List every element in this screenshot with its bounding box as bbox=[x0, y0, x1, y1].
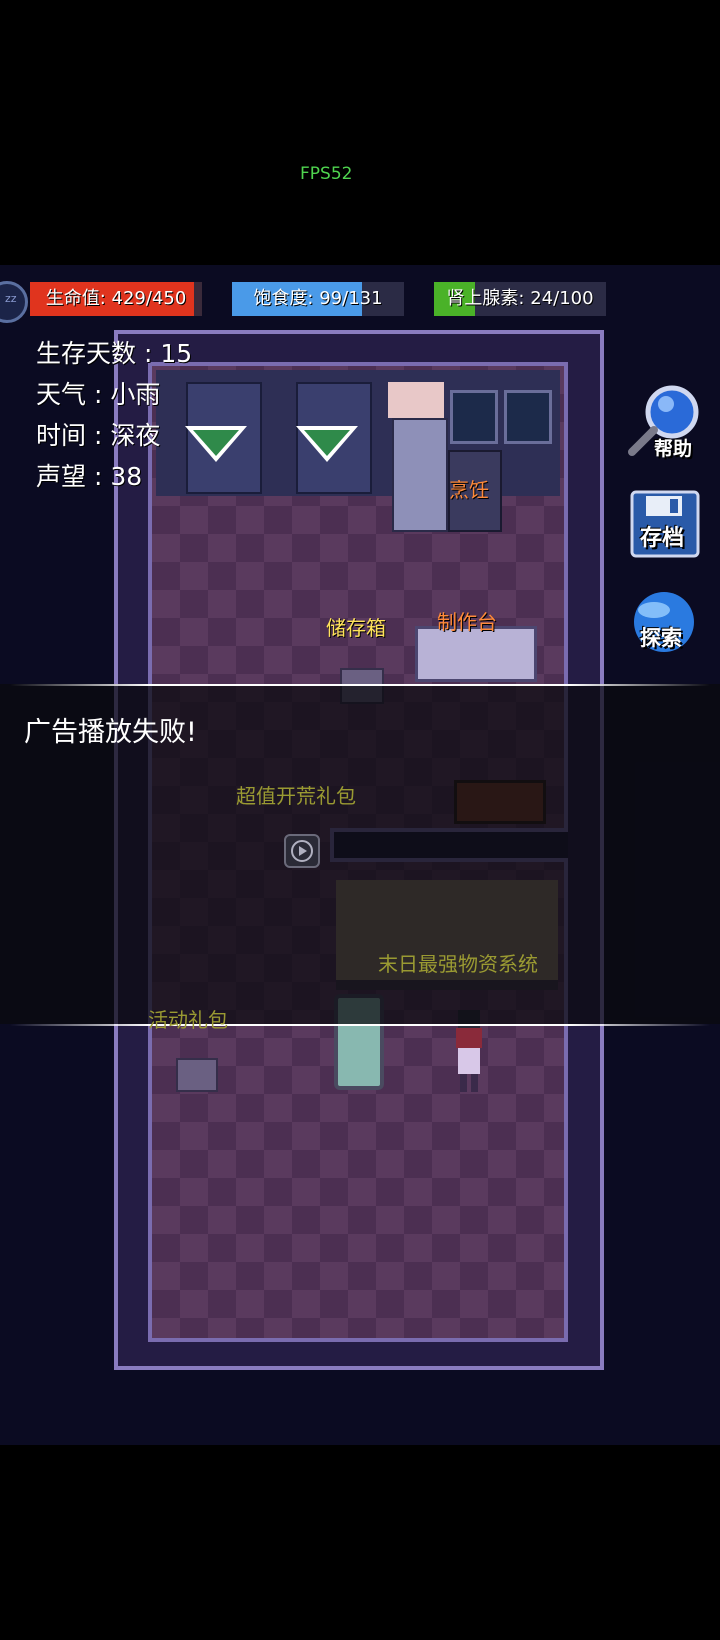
storage-label[interactable]: 储存箱 bbox=[326, 612, 386, 641]
adrenaline-label: 肾上腺素: 24/100 bbox=[446, 288, 594, 309]
avatar-text: zz bbox=[5, 292, 17, 305]
window bbox=[450, 390, 498, 444]
adrenaline-bar: 肾上腺素: 24/100 bbox=[434, 282, 606, 316]
toast-top-line bbox=[10, 684, 710, 686]
clothes-hanger-icon[interactable] bbox=[183, 424, 249, 464]
time-of-day: 时间 : 深夜 bbox=[36, 421, 161, 450]
window bbox=[504, 390, 552, 444]
toast-message: 广告播放失败! bbox=[24, 717, 197, 748]
wall-poster bbox=[388, 382, 444, 418]
hp-label: 生命值: 429/450 bbox=[45, 288, 187, 309]
value-pack-label[interactable]: 超值开荒礼包 bbox=[236, 780, 356, 809]
crate[interactable] bbox=[176, 1058, 218, 1092]
save-button[interactable]: 存档 bbox=[626, 488, 704, 566]
explore-label: 探索 bbox=[640, 626, 682, 650]
play-video-button[interactable] bbox=[284, 834, 320, 868]
stove[interactable] bbox=[392, 418, 448, 532]
survival-days: 生存天数 : 15 bbox=[36, 339, 193, 368]
supply-system-label[interactable]: 末日最强物资系统 bbox=[378, 948, 538, 977]
food-label: 饱食度: 99/131 bbox=[253, 288, 383, 309]
help-button[interactable]: 帮助 bbox=[626, 382, 704, 460]
play-icon bbox=[291, 840, 313, 862]
explore-button[interactable]: 探索 bbox=[626, 588, 704, 666]
reputation: 声望 : 38 bbox=[36, 462, 143, 491]
weather: 天气 : 小雨 bbox=[36, 380, 161, 409]
food-bar: 饱食度: 99/131 bbox=[232, 282, 404, 316]
save-label: 存档 bbox=[640, 526, 685, 551]
help-label: 帮助 bbox=[654, 438, 693, 460]
cook-label[interactable]: 烹饪 bbox=[449, 474, 489, 503]
workbench-label[interactable]: 制作台 bbox=[437, 606, 497, 635]
toast-bottom-line bbox=[10, 1024, 710, 1026]
clothes-hanger-icon[interactable] bbox=[294, 424, 360, 464]
fps-counter: FPS52 bbox=[300, 164, 353, 184]
hp-bar: 生命值: 429/450 bbox=[30, 282, 202, 316]
event-pack-label[interactable]: 活动礼包 bbox=[148, 1004, 228, 1033]
